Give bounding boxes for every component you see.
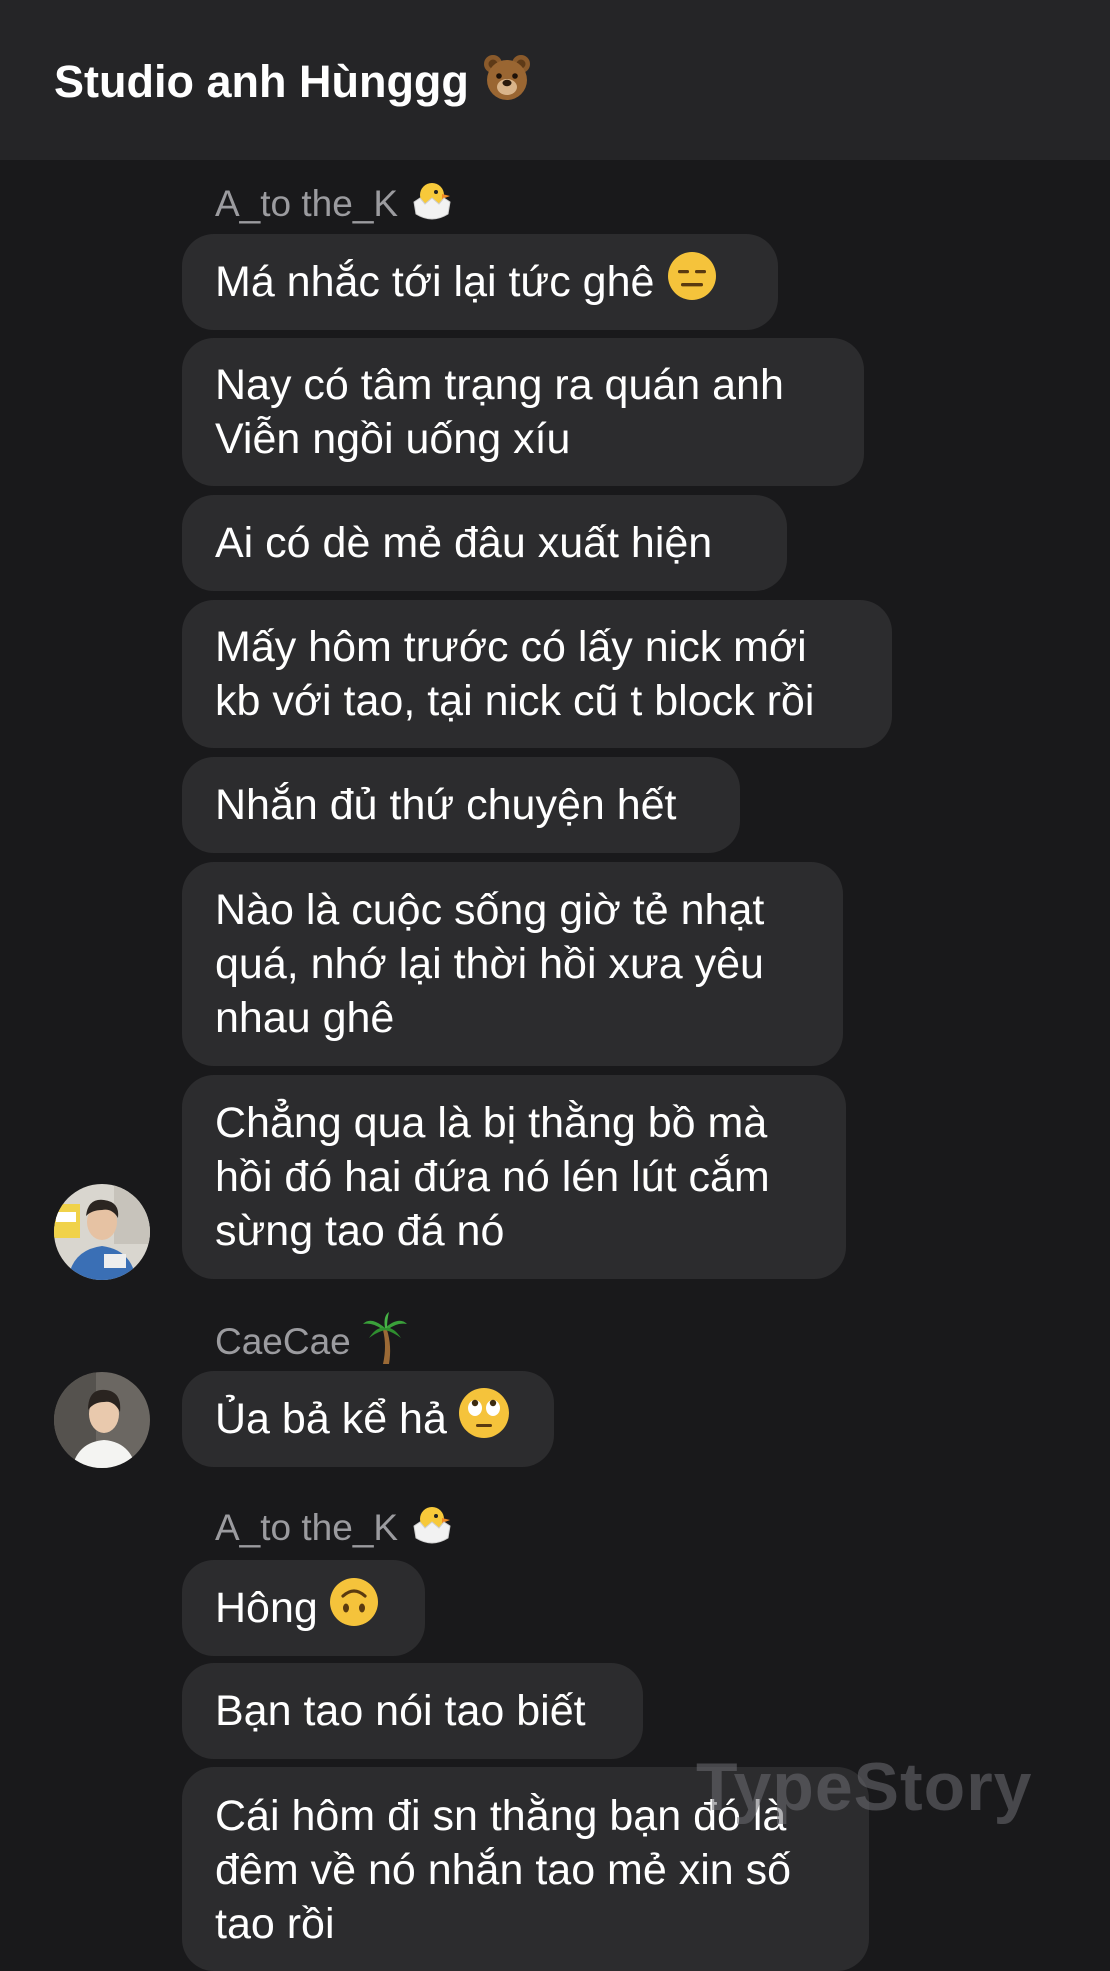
message-bubble[interactable]: Nay có tâm trạng ra quán anh Viễn ngồi u… (182, 338, 864, 486)
avatar[interactable] (54, 1372, 150, 1468)
bear-face-icon (481, 51, 533, 120)
message-text: Bạn tao nói tao biết (215, 1687, 586, 1735)
message-text: Nhắn đủ thứ chuyện hết (215, 781, 677, 829)
avatar[interactable] (54, 1184, 150, 1280)
message-text: Ai có dè mẻ đâu xuất hiện (215, 519, 713, 567)
message-bubble[interactable]: Nhắn đủ thứ chuyện hết (182, 757, 740, 853)
hatching-chick-icon (408, 176, 456, 236)
message-text: Chẳng qua là bị thằng bồ mà hồi đó hai đ… (215, 1099, 770, 1255)
message-text: Nay có tâm trạng ra quán anh Viễn ngồi u… (215, 361, 784, 463)
face-with-rolling-eyes-icon (457, 1386, 511, 1453)
message-text: Mấy hôm trước có lấy nick mới kb với tao… (215, 623, 815, 725)
message-bubble[interactable]: Bạn tao nói tao biết (182, 1663, 643, 1759)
message-bubble[interactable]: Chẳng qua là bị thằng bồ mà hồi đó hai đ… (182, 1075, 846, 1279)
sender-name: CaeCae (215, 1312, 409, 1376)
message-bubble[interactable]: Nào là cuộc sống giờ tẻ nhạt quá, nhớ lạ… (182, 862, 843, 1066)
avatar-a-to-the-k-image (54, 1184, 150, 1280)
sender-name: A_to the_K (215, 176, 456, 236)
chat-header: Studio anh Hùnggg (0, 0, 1110, 160)
chat-title[interactable]: Studio anh Hùnggg (54, 50, 533, 120)
hatching-chick-icon (408, 1500, 456, 1560)
message-bubble[interactable]: Ủa bả kể hả (182, 1371, 554, 1467)
upside-down-face-icon (328, 1576, 380, 1641)
message-bubble[interactable]: Mấy hôm trước có lấy nick mới kb với tao… (182, 600, 892, 748)
message-text: Nào là cuộc sống giờ tẻ nhạt quá, nhớ lạ… (215, 886, 765, 1042)
sender-name: A_to the_K (215, 1500, 456, 1560)
message-bubble[interactable]: Hông (182, 1560, 425, 1656)
message-bubble[interactable]: Má nhắc tới lại tức ghê (182, 234, 778, 330)
palm-tree-icon (361, 1312, 409, 1376)
message-text: Hông (215, 1584, 318, 1632)
message-text: Ủa bả kể hả (215, 1395, 447, 1443)
avatar-caecae-image (54, 1372, 150, 1468)
chat-title-text: Studio anh Hùnggg (54, 56, 469, 107)
expressionless-face-icon (666, 250, 718, 315)
message-bubble[interactable]: Ai có dè mẻ đâu xuất hiện (182, 495, 787, 591)
message-text: Má nhắc tới lại tức ghê (215, 258, 655, 306)
watermark: TypeStory (696, 1749, 1033, 1825)
